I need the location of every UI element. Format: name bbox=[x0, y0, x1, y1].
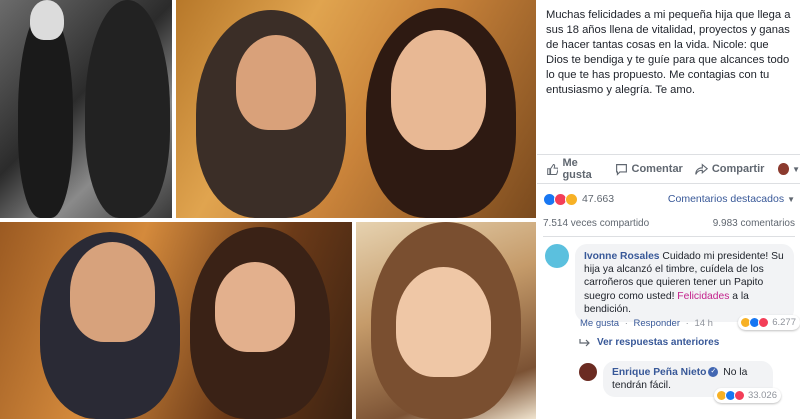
photo-daughter-portrait[interactable] bbox=[356, 222, 536, 419]
reply-bubble: Enrique Peña Nieto ✓ No la tendrán fácil.… bbox=[603, 361, 781, 404]
reply-item: Enrique Peña Nieto ✓ No la tendrán fácil.… bbox=[579, 361, 781, 404]
comment-button[interactable]: Comentar bbox=[615, 163, 683, 176]
comments-count[interactable]: 9.983 comentarios bbox=[713, 218, 795, 229]
top-comments-dropdown[interactable]: Comentarios destacados ▼ bbox=[668, 193, 795, 205]
chevron-down-icon: ▼ bbox=[787, 194, 795, 204]
photo-black-white-couple[interactable] bbox=[0, 0, 172, 218]
comment-button-label: Comentar bbox=[631, 163, 683, 175]
post-caption: Muchas felicidades a mi pequeña hija que… bbox=[546, 9, 791, 96]
thumbs-up-icon bbox=[547, 163, 559, 175]
profile-selector-avatar[interactable] bbox=[778, 163, 790, 175]
comment-bubble-icon bbox=[615, 163, 627, 176]
share-button[interactable]: Compartir bbox=[695, 162, 765, 176]
view-previous-replies[interactable]: Ver respuestas anteriores bbox=[579, 337, 719, 348]
reactions-summary[interactable]: 47.663 Comentarios destacados ▼ bbox=[543, 191, 795, 207]
chevron-down-icon[interactable]: ▼ bbox=[792, 165, 800, 174]
share-button-label: Compartir bbox=[711, 163, 765, 175]
reply-reactions[interactable]: 33.026 bbox=[713, 388, 781, 404]
reaction-count: 47.663 bbox=[582, 193, 615, 205]
comment-hashtag-link[interactable]: Felicidades bbox=[677, 291, 729, 302]
reply-author[interactable]: Enrique Peña Nieto bbox=[612, 367, 706, 378]
post-panel: Muchas felicidades a mi pequeña hija que… bbox=[537, 0, 800, 419]
photo-father-and-daughter-smiling[interactable] bbox=[0, 222, 352, 419]
post-actions-bar: Me gusta Comentar Compartir ▼ bbox=[537, 154, 800, 184]
avatar[interactable] bbox=[579, 363, 597, 381]
top-comments-label: Comentarios destacados bbox=[667, 193, 785, 205]
comment-timestamp: 14 h bbox=[694, 318, 713, 329]
comment-reaction-count: 6.277 bbox=[772, 316, 796, 328]
like-button[interactable]: Me gusta bbox=[547, 157, 605, 181]
verified-badge-icon: ✓ bbox=[708, 367, 719, 378]
divider bbox=[543, 236, 795, 237]
share-arrow-icon bbox=[695, 162, 708, 175]
comment-reactions[interactable]: 6.277 bbox=[738, 314, 800, 331]
comment-meta: Me gusta · Responder · 14 h bbox=[580, 318, 713, 329]
comment-reply-link[interactable]: Responder bbox=[634, 318, 680, 329]
reply-arrow-icon bbox=[579, 338, 590, 346]
comment-like-link[interactable]: Me gusta bbox=[580, 318, 619, 329]
reply-reaction-count: 33.026 bbox=[747, 390, 777, 402]
shares-count[interactable]: 7.514 veces compartido bbox=[543, 218, 649, 229]
avatar[interactable] bbox=[545, 244, 569, 268]
love-icon bbox=[733, 390, 745, 402]
comment-author[interactable]: Ivonne Rosales bbox=[584, 251, 660, 262]
haha-icon bbox=[565, 192, 578, 206]
photo-father-kissing-daughter[interactable] bbox=[176, 0, 536, 218]
post-stats: 7.514 veces compartido 9.983 comentarios bbox=[543, 218, 795, 229]
view-previous-replies-label: Ver respuestas anteriores bbox=[597, 337, 720, 348]
comment-item: Ivonne Rosales Cuidado mi presidente! Su… bbox=[545, 244, 800, 331]
comment-bubble: Ivonne Rosales Cuidado mi presidente! Su… bbox=[575, 244, 800, 331]
love-icon bbox=[758, 316, 770, 328]
like-button-label: Me gusta bbox=[562, 157, 592, 181]
